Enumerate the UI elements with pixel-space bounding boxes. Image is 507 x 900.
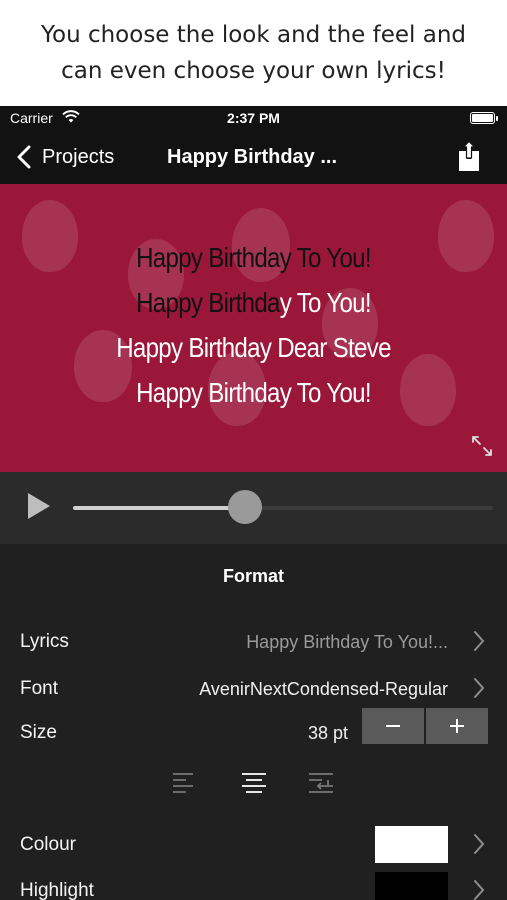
chevron-right-icon bbox=[474, 678, 485, 698]
chevron-right-icon bbox=[474, 834, 485, 854]
align-left-icon[interactable] bbox=[172, 770, 198, 794]
format-heading: Format bbox=[222, 566, 284, 586]
caption-line-2: can even choose your own lyrics! bbox=[61, 58, 446, 84]
colour-label: Colour bbox=[20, 834, 76, 855]
progress-track[interactable] bbox=[73, 506, 493, 510]
lyrics-value: Happy Birthday To You!... bbox=[246, 632, 448, 652]
page-title: Happy Birthday ... bbox=[167, 146, 338, 168]
clock: 2:37 PM bbox=[227, 110, 280, 126]
progress-fill bbox=[73, 506, 246, 510]
increase-size-button[interactable] bbox=[426, 708, 488, 744]
lyric-line: Happy Birthday Dear Steve bbox=[116, 332, 391, 363]
phone-screen: Carrier 2:37 PM Projects Happy Birthday … bbox=[0, 106, 507, 900]
chevron-right-icon bbox=[474, 631, 485, 651]
lyric-line: Happy Birthday To You! bbox=[136, 287, 371, 318]
expand-icon[interactable] bbox=[470, 434, 494, 458]
lyric-line: Happy Birthday To You! bbox=[136, 377, 371, 408]
font-row[interactable]: Font AvenirNextCondensed-Regular bbox=[0, 666, 507, 710]
chevron-right-icon bbox=[474, 880, 485, 900]
lyrics-label: Lyrics bbox=[20, 631, 69, 652]
font-label: Font bbox=[20, 678, 59, 699]
back-label: Projects bbox=[42, 145, 115, 168]
highlight-label: Highlight bbox=[20, 880, 94, 900]
size-stepper bbox=[362, 708, 488, 744]
caption-line-1: You choose the look and the feel and bbox=[41, 22, 466, 48]
navigation-bar: Projects Happy Birthday ... bbox=[0, 130, 507, 184]
battery-icon bbox=[470, 112, 498, 124]
align-wrap-icon[interactable] bbox=[308, 770, 334, 794]
highlight-swatch[interactable] bbox=[375, 872, 448, 900]
scrubber-thumb[interactable] bbox=[228, 490, 263, 524]
lyrics-row[interactable]: Lyrics Happy Birthday To You!... bbox=[0, 619, 507, 663]
decrease-size-button[interactable] bbox=[362, 708, 424, 744]
share-icon[interactable] bbox=[456, 140, 482, 172]
back-button[interactable]: Projects bbox=[14, 144, 114, 170]
lyrics-preview[interactable]: Happy Birthday To You! Happy Birthday To… bbox=[0, 184, 507, 472]
minus-icon bbox=[386, 725, 400, 727]
play-icon[interactable] bbox=[26, 491, 52, 521]
chevron-left-icon bbox=[17, 145, 31, 169]
lyric-line: Happy Birthday To You! bbox=[136, 242, 371, 273]
status-bar: Carrier 2:37 PM bbox=[0, 106, 507, 130]
size-label: Size bbox=[20, 722, 57, 743]
plus-icon bbox=[450, 719, 464, 733]
font-value: AvenirNextCondensed-Regular bbox=[199, 679, 448, 699]
size-value: 38 pt bbox=[307, 723, 348, 743]
align-center-icon[interactable] bbox=[241, 770, 267, 794]
colour-swatch[interactable] bbox=[375, 826, 448, 863]
format-panel: Format Lyrics Happy Birthday To You!... … bbox=[0, 544, 507, 900]
promo-caption: You choose the look and the feel and can… bbox=[0, 0, 507, 106]
